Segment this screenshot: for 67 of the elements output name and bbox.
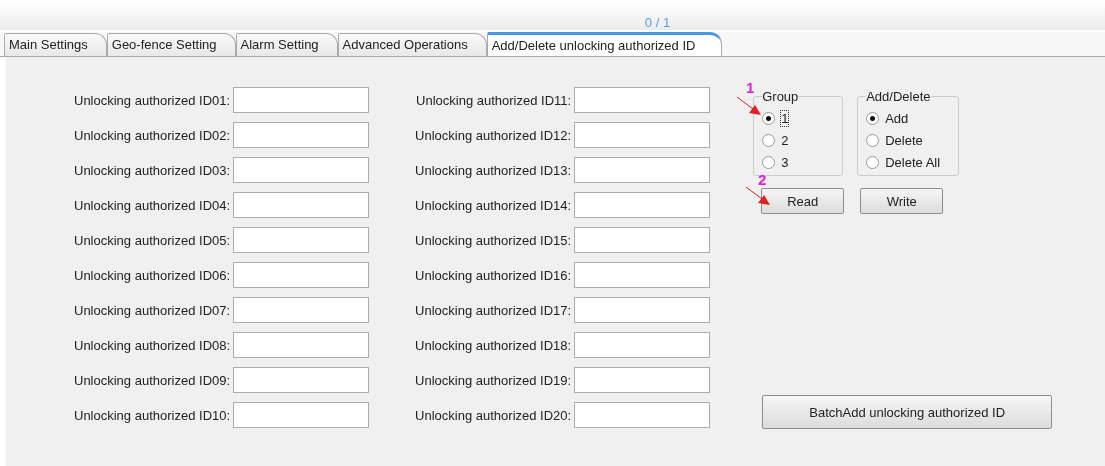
field-label: Unlocking authorized ID14: [415,197,572,213]
tab[interactable]: Add/Delete unlocking authorized ID [486,32,723,56]
tab[interactable]: Main Settings [4,33,107,56]
button[interactable]: Write [860,188,944,214]
radio-button[interactable] [762,156,776,169]
field-label: Unlocking authorized ID20: [415,407,572,423]
input-field[interactable] [574,192,711,218]
input-field[interactable] [574,122,711,148]
radio-button[interactable] [866,156,880,169]
input-field[interactable] [574,227,711,253]
field-label: Unlocking authorized ID10: [74,407,231,423]
field-label: Unlocking authorized ID05: [74,232,231,248]
group-title: Group [762,89,799,104]
radio-label: Delete All [885,155,941,170]
radio-button[interactable] [866,134,880,147]
radio-button[interactable] [762,134,776,147]
radio-label: 1 [781,111,789,126]
field-label: Unlocking authorized ID08: [74,337,231,353]
input-field[interactable] [233,122,370,148]
arrow-icon [745,186,771,206]
radio-label: Add [885,111,909,126]
input-field[interactable] [233,157,370,183]
field-label: Unlocking authorized ID18: [415,337,572,353]
field-label: Unlocking authorized ID07: [74,302,231,318]
field-label: Unlocking authorized ID16: [415,267,572,283]
field-label: Unlocking authorized ID12: [415,127,572,143]
annotation-number: 1 [746,80,755,95]
field-label: Unlocking authorized ID06: [74,267,231,283]
tab[interactable]: Advanced Operations [337,33,487,56]
field-label: Unlocking authorized ID15: [415,232,572,248]
input-field[interactable] [574,262,711,288]
radio-button[interactable] [762,112,776,125]
input-field[interactable] [233,297,370,323]
tab[interactable]: Alarm Setting [235,33,338,56]
input-field[interactable] [233,87,370,113]
input-field[interactable] [574,332,711,358]
arrow-icon [736,96,762,116]
field-label: Unlocking authorized ID03: [74,162,231,178]
input-field[interactable] [233,332,370,358]
radio-button[interactable] [866,112,880,125]
field-label: Unlocking authorized ID01: [74,92,231,108]
input-field[interactable] [233,192,370,218]
tab[interactable]: Geo-fence Setting [106,33,236,56]
radio-label: 3 [781,155,789,170]
input-field[interactable] [233,262,370,288]
radio-label: Delete [885,133,923,148]
field-label: Unlocking authorized ID17: [415,302,572,318]
field-label: Unlocking authorized ID13: [415,162,572,178]
field-label: Unlocking authorized ID04: [74,197,231,213]
input-field[interactable] [574,157,711,183]
radio-label: 2 [781,133,789,148]
input-field[interactable] [574,402,711,428]
input-field[interactable] [574,367,711,393]
input-field[interactable] [233,227,370,253]
input-field[interactable] [233,367,370,393]
field-label: Unlocking authorized ID09: [74,372,231,388]
field-label: Unlocking authorized ID19: [415,372,572,388]
button[interactable]: Read [761,188,845,214]
annotation-number: 2 [758,172,767,187]
input-field[interactable] [574,297,711,323]
page-counter: 0 / 1 [644,16,671,30]
batch-add-button[interactable]: BatchAdd unlocking authorized ID [762,395,1053,429]
input-field[interactable] [233,402,370,428]
input-field[interactable] [574,87,711,113]
field-label: Unlocking authorized ID02: [74,127,231,143]
group-title: Add/Delete [866,89,931,104]
field-label: Unlocking authorized ID11: [416,92,572,108]
